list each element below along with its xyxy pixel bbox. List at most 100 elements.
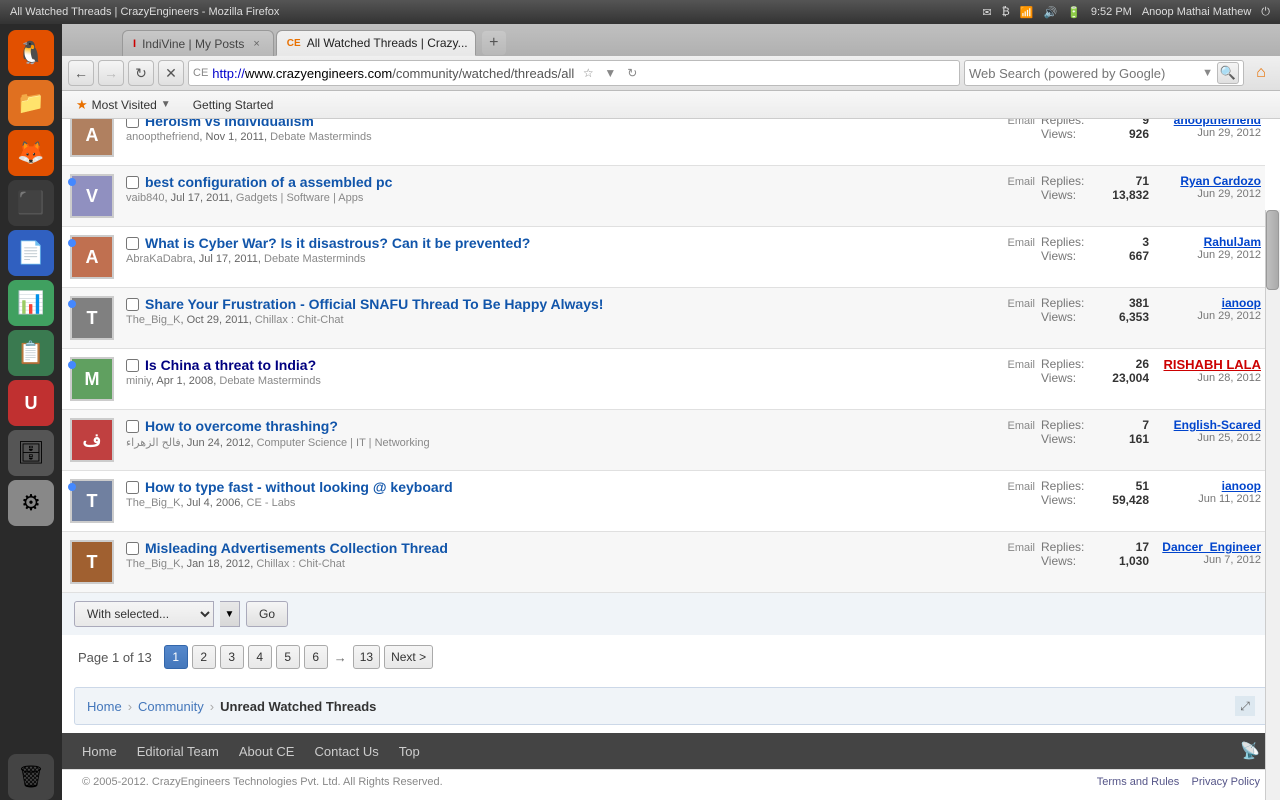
home-button[interactable]: ⌂ — [1248, 60, 1274, 86]
tab-close-watched[interactable]: × — [474, 36, 476, 50]
stop-button[interactable]: ✕ — [158, 60, 184, 86]
thread-checkbox[interactable] — [126, 359, 139, 372]
bookmark-getting-started[interactable]: Getting Started — [185, 96, 282, 114]
email-link[interactable]: Email — [1007, 237, 1035, 249]
tab-indivine[interactable]: I IndiVine | My Posts × — [122, 30, 274, 56]
email-cell[interactable]: Email — [985, 410, 1035, 471]
footer-link-top[interactable]: Top — [399, 744, 420, 759]
last-poster-link[interactable]: ianoop — [1222, 479, 1261, 493]
bookmark-star-icon[interactable]: ☆ — [578, 63, 598, 83]
back-button[interactable]: ← — [68, 60, 94, 86]
footer-link-contact[interactable]: Contact Us — [314, 744, 378, 759]
last-poster-link[interactable]: ianoop — [1222, 296, 1261, 310]
rss-icon[interactable]: 📡 — [1240, 741, 1260, 761]
breadcrumb-expand-button[interactable]: ⤢ — [1235, 696, 1255, 716]
search-button[interactable]: 🔍 — [1217, 62, 1239, 84]
email-cell[interactable]: Email — [985, 288, 1035, 349]
scrollbar-track[interactable] — [1265, 210, 1280, 800]
terms-link[interactable]: Terms and Rules — [1097, 776, 1180, 788]
thread-checkbox[interactable] — [126, 298, 139, 311]
email-link[interactable]: Email — [1007, 176, 1035, 188]
new-tab-button[interactable]: + — [482, 31, 506, 55]
bookmark-most-visited[interactable]: ★ Most Visited ▼ — [68, 95, 179, 115]
last-poster-link[interactable]: RISHABH LALA — [1164, 357, 1262, 372]
page-btn-6[interactable]: 6 — [304, 645, 328, 669]
sidebar-icon-firefox[interactable]: 🦊 — [8, 130, 54, 176]
email-cell[interactable]: Email — [985, 471, 1035, 532]
thread-author-link[interactable]: miniy — [126, 375, 151, 387]
reload-button[interactable]: ↻ — [128, 60, 154, 86]
page-btn-5[interactable]: 5 — [276, 645, 300, 669]
search-dropdown-icon[interactable]: ▼ — [1202, 67, 1213, 79]
last-poster-link[interactable]: Ryan Cardozo — [1180, 174, 1261, 188]
page-btn-13[interactable]: 13 — [353, 645, 380, 669]
search-bar[interactable]: ▼ 🔍 — [964, 60, 1244, 86]
email-cell[interactable]: Email — [985, 532, 1035, 593]
sidebar-icon-unity[interactable]: U — [8, 380, 54, 426]
url-bar[interactable]: CE http://www.crazyengineers.com/communi… — [188, 60, 960, 86]
thread-checkbox[interactable] — [126, 481, 139, 494]
tab-watched[interactable]: CE All Watched Threads | Crazy... × — [276, 30, 476, 56]
thread-checkbox[interactable] — [126, 176, 139, 189]
sidebar-icon-spreadsheet[interactable]: 📊 — [8, 280, 54, 326]
thread-title-link[interactable]: Is China a threat to India? — [145, 357, 316, 373]
sidebar-icon-apps[interactable]: ⬛ — [8, 180, 54, 226]
email-link[interactable]: Email — [1007, 298, 1035, 310]
thread-title-link[interactable]: best configuration of a assembled pc — [145, 174, 392, 190]
sidebar-icon-trash[interactable]: 🗑 — [8, 754, 54, 800]
thread-info-cell: Is China a threat to India?miniy, Apr 1,… — [122, 349, 985, 410]
thread-author-link[interactable]: The_Big_K — [126, 314, 180, 326]
breadcrumb-home[interactable]: Home — [87, 699, 122, 714]
email-cell[interactable]: Email — [985, 227, 1035, 288]
go-button[interactable]: Go — [246, 601, 288, 627]
breadcrumb-community[interactable]: Community — [138, 699, 204, 714]
thread-author-link[interactable]: The_Big_K — [126, 497, 180, 509]
url-dropdown-icon[interactable]: ▼ — [600, 63, 620, 83]
forward-button[interactable]: → — [98, 60, 124, 86]
thread-title-link[interactable]: What is Cyber War? Is it disastrous? Can… — [145, 235, 530, 251]
footer-link-editorial[interactable]: Editorial Team — [137, 744, 219, 759]
sidebar-icon-ubuntu[interactable]: 🐧 — [8, 30, 54, 76]
email-cell[interactable]: Email — [985, 349, 1035, 410]
thread-checkbox[interactable] — [126, 542, 139, 555]
thread-title-link[interactable]: Share Your Frustration - Official SNAFU … — [145, 296, 603, 312]
email-cell[interactable]: Email — [985, 166, 1035, 227]
email-link[interactable]: Email — [1007, 359, 1035, 371]
search-input[interactable] — [969, 66, 1198, 81]
last-poster-link[interactable]: Dancer_Engineer — [1162, 540, 1261, 554]
email-link[interactable]: Email — [1007, 542, 1035, 554]
sidebar-icon-docs[interactable]: 📄 — [8, 230, 54, 276]
thread-title-link[interactable]: How to type fast - without looking @ key… — [145, 479, 453, 495]
email-link[interactable]: Email — [1007, 481, 1035, 493]
thread-author-link[interactable]: فالح الزهراء — [126, 437, 181, 449]
thread-author-link[interactable]: The_Big_K — [126, 558, 180, 570]
footer-link-about[interactable]: About CE — [239, 744, 295, 759]
last-poster-link[interactable]: RahulJam — [1204, 235, 1261, 249]
sidebar-icon-cabinet[interactable]: 🗄 — [8, 430, 54, 476]
thread-checkbox[interactable] — [126, 237, 139, 250]
with-selected-dropdown[interactable]: With selected... — [74, 601, 214, 627]
thread-author-link[interactable]: vaib840 — [126, 192, 165, 204]
page-btn-3[interactable]: 3 — [220, 645, 244, 669]
sidebar-icon-presentation[interactable]: 📋 — [8, 330, 54, 376]
thread-title-link[interactable]: How to overcome thrashing? — [145, 418, 338, 434]
thread-author-link[interactable]: AbraKaDabra — [126, 253, 193, 265]
scrollbar-thumb[interactable] — [1266, 210, 1279, 290]
page-btn-2[interactable]: 2 — [192, 645, 216, 669]
page-btn-1[interactable]: 1 — [164, 645, 188, 669]
refresh-icon[interactable]: ↻ — [622, 63, 642, 83]
with-selected-arrow[interactable]: ▼ — [220, 601, 240, 627]
sidebar-icon-files[interactable]: 📁 — [8, 80, 54, 126]
thread-author-link[interactable]: anoopthefriend — [126, 131, 199, 143]
privacy-link[interactable]: Privacy Policy — [1192, 776, 1260, 788]
page-btn-4[interactable]: 4 — [248, 645, 272, 669]
thread-title-link[interactable]: Misleading Advertisements Collection Thr… — [145, 540, 448, 556]
last-post-cell: Dancer_Engineer Jun 7, 2012 — [1155, 532, 1265, 593]
next-page-button[interactable]: Next > — [384, 645, 433, 669]
email-link[interactable]: Email — [1007, 420, 1035, 432]
tab-close-indivine[interactable]: × — [250, 37, 262, 51]
thread-checkbox[interactable] — [126, 420, 139, 433]
last-poster-link[interactable]: English-Scared — [1174, 418, 1261, 432]
footer-link-home[interactable]: Home — [82, 744, 117, 759]
sidebar-icon-settings[interactable]: ⚙ — [8, 480, 54, 526]
